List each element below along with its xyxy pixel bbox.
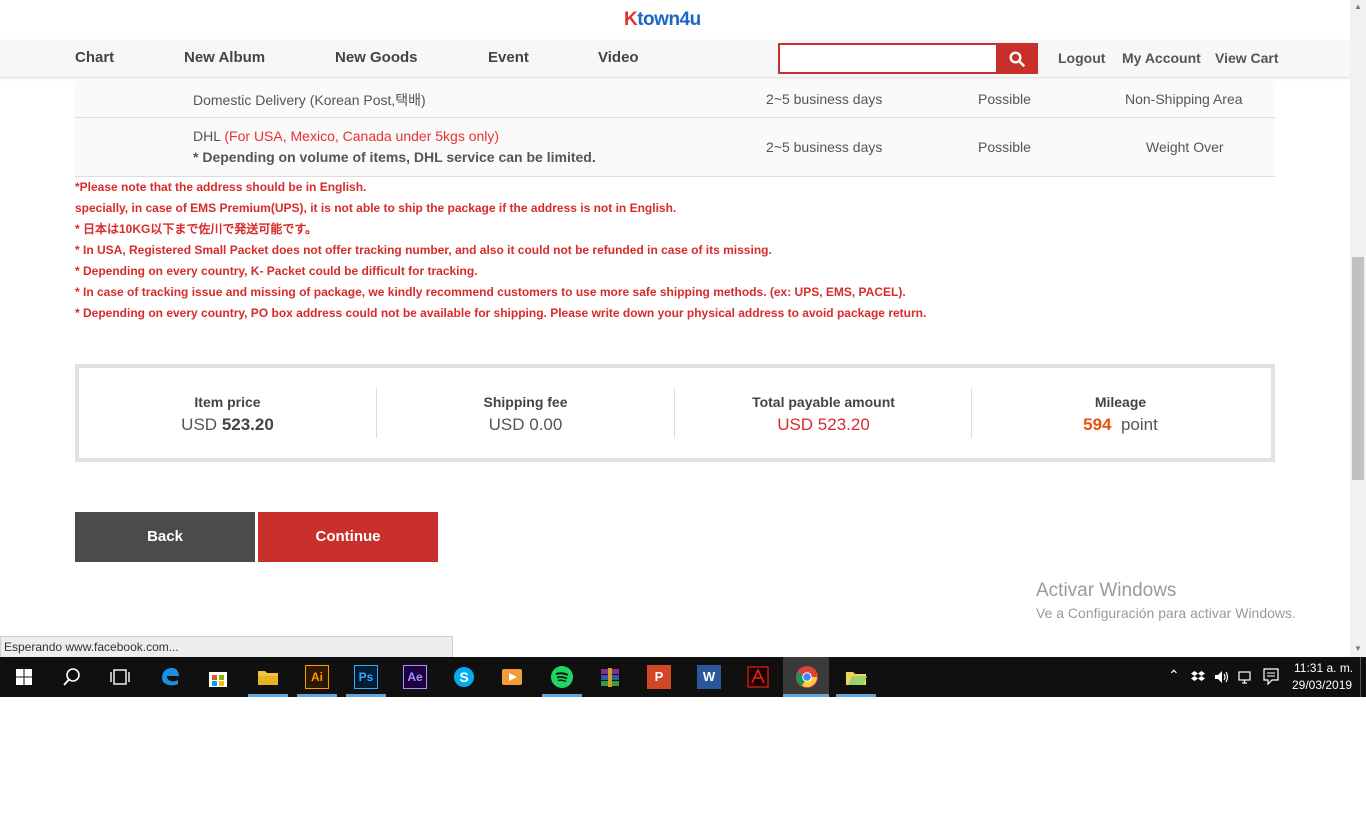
shipping-fee-label: Shipping fee	[483, 394, 568, 410]
notification-icon[interactable]	[1263, 668, 1279, 685]
shipping-note: Weight Over	[1146, 139, 1224, 155]
notice-line: specially, in case of EMS Premium(UPS), …	[75, 201, 677, 215]
blank-area	[0, 697, 1366, 829]
mileage-points: 594	[1083, 415, 1112, 434]
shipping-notices: *Please note that the address should be …	[75, 180, 926, 327]
total-label: Total payable amount	[752, 394, 895, 410]
watermark-title: Activar Windows	[1036, 580, 1177, 601]
header: Ktown4u	[0, 0, 1350, 40]
media-player-icon[interactable]	[500, 665, 524, 689]
search-button[interactable]	[996, 43, 1038, 74]
shipping-fee-value: USD 0.00	[488, 415, 563, 434]
logo-k: K	[624, 9, 638, 30]
method-name: DHL	[193, 128, 221, 144]
mileage-unit: point	[1120, 415, 1158, 434]
search-input[interactable]	[778, 43, 998, 74]
photoshop-icon[interactable]: Ps	[354, 665, 378, 689]
availability: Possible	[978, 91, 1031, 107]
main-nav: Chart New Album New Goods Event Video Lo…	[0, 40, 1350, 78]
notice-line: * In USA, Registered Small Packet does n…	[75, 243, 772, 257]
total-value: USD 523.20	[777, 415, 870, 434]
search-icon[interactable]	[60, 665, 84, 689]
item-price-label: Item price	[194, 394, 261, 410]
item-price-cell: Item price USD 523.20	[79, 368, 376, 458]
windows-activation-watermark: Activar Windows Ve a Configuración para …	[1036, 580, 1296, 621]
chevron-up-icon[interactable]: ⌃	[1168, 667, 1180, 684]
availability: Possible	[978, 139, 1031, 155]
powerpoint-icon[interactable]: P	[647, 665, 671, 689]
my-account-link[interactable]: My Account	[1122, 50, 1201, 66]
file-explorer-icon[interactable]	[256, 665, 280, 689]
mileage-value: 594 point	[972, 415, 1269, 435]
amount: 523.20	[221, 415, 274, 434]
browser-status-bar: Esperando www.facebook.com...	[0, 636, 453, 657]
delivery-days: 2~5 business days	[766, 139, 883, 155]
page-scrollbar[interactable]: ▲ ▼	[1350, 0, 1366, 657]
after-effects-icon[interactable]: Ae	[403, 665, 427, 689]
nav-new-goods[interactable]: New Goods	[335, 49, 418, 66]
method-warning: * Depending on volume of items, DHL serv…	[193, 149, 596, 165]
task-view-icon[interactable]	[108, 665, 132, 689]
search-icon	[1009, 51, 1025, 67]
nav-video[interactable]: Video	[598, 49, 639, 66]
edge-icon[interactable]	[158, 665, 182, 689]
store-icon[interactable]	[206, 665, 230, 689]
notice-line: * 日本は10KG以下まで佐川で発送可能です。	[75, 222, 318, 236]
acrobat-icon[interactable]	[746, 665, 770, 689]
scroll-up-icon[interactable]: ▲	[1350, 0, 1366, 14]
mileage-cell: Mileage 594 point	[972, 368, 1269, 458]
spotify-icon[interactable]	[550, 665, 574, 689]
shipping-method: Domestic Delivery (Korean Post,택배)	[193, 92, 426, 108]
item-price-value: USD 523.20	[79, 415, 376, 435]
nav-chart[interactable]: Chart	[75, 49, 114, 66]
total-cell: Total payable amount USD 523.20	[675, 368, 972, 458]
method-restriction: (For USA, Mexico, Canada under 5kgs only…	[220, 128, 500, 144]
svg-text:S: S	[459, 669, 468, 685]
windows-taskbar: Ai Ps Ae S P W ⌃ 11:31 a. m. 29/03/2019	[0, 657, 1366, 697]
notice-line: * Depending on every country, PO box add…	[75, 306, 927, 320]
logo-text: town4u	[637, 9, 701, 30]
dropbox-icon[interactable]	[1191, 670, 1205, 684]
shipping-fee-cell: Shipping fee USD 0.00	[377, 368, 674, 458]
notice-line: * Depending on every country, K- Packet …	[75, 264, 478, 278]
ktown4u-logo[interactable]: Ktown4u	[624, 9, 701, 31]
show-desktop-divider	[1360, 657, 1361, 697]
back-button[interactable]: Back	[75, 512, 255, 562]
clock-time[interactable]: 11:31 a. m.	[1294, 661, 1353, 675]
windows-start-icon[interactable]	[12, 665, 36, 689]
folder-app-icon[interactable]	[844, 665, 868, 689]
mileage-label: Mileage	[1094, 394, 1147, 410]
notice-line: *Please note that the address should be …	[75, 180, 367, 194]
nav-event[interactable]: Event	[488, 49, 529, 66]
clock-date[interactable]: 29/03/2019	[1292, 678, 1352, 692]
view-cart-link[interactable]: View Cart	[1215, 50, 1279, 66]
scroll-down-icon[interactable]: ▼	[1350, 642, 1366, 656]
nav-new-album[interactable]: New Album	[184, 49, 265, 66]
illustrator-icon[interactable]: Ai	[305, 665, 329, 689]
browser-page: Ktown4u Chart New Album New Goods Event …	[0, 0, 1350, 657]
table-row: Domestic Delivery (Korean Post,택배) 2~5 b…	[75, 79, 1275, 118]
chrome-icon[interactable]	[795, 665, 819, 689]
shipping-method: DHL (For USA, Mexico, Canada under 5kgs …	[193, 128, 499, 144]
word-icon[interactable]: W	[697, 665, 721, 689]
skype-icon[interactable]: S	[452, 665, 476, 689]
volume-icon[interactable]	[1214, 669, 1230, 685]
shipping-note: Non-Shipping Area	[1125, 91, 1243, 107]
watermark-subtitle: Ve a Configuración para activar Windows.	[1036, 605, 1296, 621]
scrollbar-thumb[interactable]	[1352, 257, 1364, 480]
continue-button[interactable]: Continue	[258, 512, 438, 562]
currency: USD	[181, 415, 218, 434]
table-row: DHL (For USA, Mexico, Canada under 5kgs …	[75, 118, 1275, 177]
delivery-days: 2~5 business days	[766, 91, 883, 107]
network-icon[interactable]	[1238, 669, 1254, 685]
logout-link[interactable]: Logout	[1058, 50, 1105, 66]
notice-line: * In case of tracking issue and missing …	[75, 285, 906, 299]
winrar-icon[interactable]	[598, 665, 622, 689]
order-summary: Item price USD 523.20 Shipping fee USD 0…	[75, 364, 1275, 462]
